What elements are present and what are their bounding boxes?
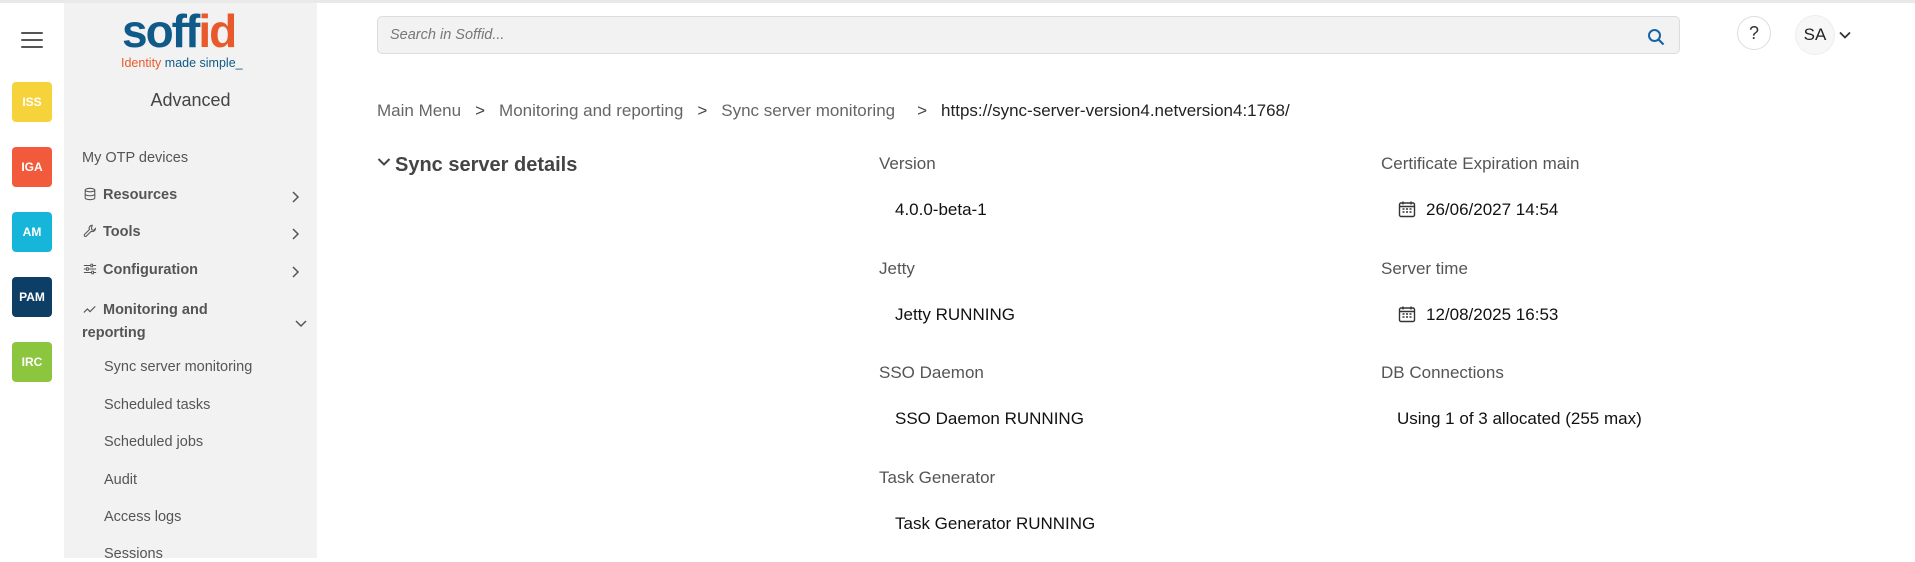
jetty-value: Jetty RUNNING [895,305,1015,324]
chart-line-icon [83,305,96,313]
sidebar-subitem-sync-server-monitoring[interactable]: Sync server monitoring [104,359,252,375]
calendar-icon [1398,306,1416,323]
logo-word: soffid [122,5,237,57]
sidebar-subitem-scheduled-tasks[interactable]: Scheduled tasks [104,397,210,413]
breadcrumb-main-menu[interactable]: Main Menu [377,101,461,120]
sidebar-item-label: My OTP devices [82,150,189,166]
server-time-text: 12/08/2025 16:53 [1426,305,1559,324]
module-am-button[interactable]: AM [12,212,52,252]
sliders-icon [83,263,97,275]
sidebar-subitem-access-logs[interactable]: Access logs [104,509,181,525]
server-time-label: Server time [1381,259,1468,278]
module-rail: ISS IGA AM PAM IRC [0,3,64,558]
breadcrumb-monitoring-and-reporting[interactable]: Monitoring and reporting [499,101,683,120]
module-iga-button[interactable]: IGA [12,147,52,187]
sidebar-section-title: Advanced [150,90,231,110]
sso-daemon-value: SSO Daemon RUNNING [895,409,1084,428]
logo-tagline: Identity made simple_ [121,56,243,70]
database-icon [84,187,96,201]
breadcrumb-separator: > [697,101,708,120]
sidebar-item-label: Configuration [103,262,199,278]
cert-expiration-label: Certificate Expiration main [1381,154,1580,173]
jetty-label: Jetty [879,259,915,278]
sidebar-subitem-audit[interactable]: Audit [104,472,137,488]
breadcrumb-separator: > [917,101,928,120]
calendar-icon [1398,201,1416,218]
help-button[interactable]: ? [1737,16,1771,50]
db-connections-label: DB Connections [1381,363,1504,382]
chevron-down-icon[interactable] [1838,28,1852,42]
task-generator-label: Task Generator [879,468,996,487]
cert-expiration-text: 26/06/2027 14:54 [1426,200,1559,219]
search-input[interactable] [390,25,1630,45]
version-value: 4.0.0-beta-1 [895,200,987,219]
sidebar: soffid Identity made simple_ Advanced My… [64,3,317,562]
hamburger-menu-icon[interactable] [21,32,43,50]
server-time-value: 12/08/2025 16:53 [1398,305,1558,325]
module-pam-button[interactable]: PAM [12,277,52,317]
chevron-right-icon [292,191,300,203]
sidebar-item-label: Monitoring and reporting [82,302,208,341]
version-label: Version [879,154,936,173]
cert-expiration-value: 26/06/2027 14:54 [1398,200,1558,220]
db-connections-value: Using 1 of 3 allocated (255 max) [1397,409,1642,428]
chevron-right-icon [292,266,300,278]
breadcrumb-separator: > [475,101,486,120]
sidebar-item-label: Resources [103,187,178,203]
search-bar [377,16,1680,54]
sidebar-item-monitoring-and-reporting[interactable]: Monitoring and reporting [82,299,262,345]
task-generator-value: Task Generator RUNNING [895,514,1096,533]
chevron-down-icon [377,158,391,166]
avatar[interactable]: SA [1795,15,1835,55]
module-irc-button[interactable]: IRC [12,342,52,382]
sidebar-subitem-sessions[interactable]: Sessions [104,546,163,562]
section-title: Sync server details [395,154,578,176]
breadcrumb-current: https://sync-server-version4.netversion4… [941,101,1290,120]
sidebar-item-configuration[interactable]: Configuration [82,262,312,278]
sso-daemon-label: SSO Daemon [879,363,984,382]
wrench-icon [83,224,96,238]
sync-server-details-toggle[interactable]: Sync server details [377,154,577,177]
chevron-right-icon [292,228,300,240]
soffid-logo[interactable]: soffid Identity made simple_ [120,7,270,71]
module-iss-button[interactable]: ISS [12,82,52,122]
sidebar-item-label: Tools [103,224,141,240]
sidebar-subitem-scheduled-jobs[interactable]: Scheduled jobs [104,434,203,450]
sidebar-item-resources[interactable]: Resources [82,187,312,203]
search-icon[interactable] [1647,28,1665,46]
sidebar-item-tools[interactable]: Tools [82,224,312,240]
breadcrumb-sync-server-monitoring[interactable]: Sync server monitoring [721,101,895,120]
breadcrumb: Main Menu > Monitoring and reporting > Sync … [377,101,1290,121]
chevron-down-icon[interactable] [294,316,308,330]
sidebar-item-my-otp-devices[interactable]: My OTP devices [82,150,312,166]
